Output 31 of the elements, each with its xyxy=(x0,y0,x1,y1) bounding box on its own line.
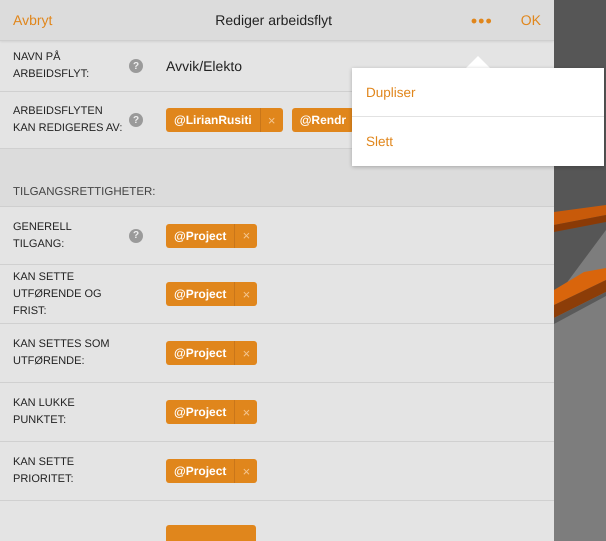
remove-tag-button[interactable]: × xyxy=(260,108,283,132)
name-value[interactable]: Avvik/Elekto xyxy=(166,58,242,74)
field-label: KAN SETTES SOM UTFØRENDE: xyxy=(13,337,111,369)
panel-title: Rediger arbeidsflyt xyxy=(214,12,334,28)
user-tag: @Project × xyxy=(166,224,258,248)
user-tag: @LirianRusiti × xyxy=(166,108,283,132)
more-button[interactable]: ••• xyxy=(470,14,493,28)
section-title: TILGANGSRETTIGHETER: xyxy=(13,186,156,198)
user-tag: @Project × xyxy=(166,282,258,306)
user-tag: @Rendr xyxy=(292,108,354,132)
menu-item[interactable]: Dupliser xyxy=(352,68,604,117)
cancel-link[interactable]: Avbryt xyxy=(13,12,52,28)
help-icon[interactable]: ? xyxy=(129,228,143,242)
field-label: KAN SETTE PRIORITET: xyxy=(13,455,76,487)
field-label: KAN LUKKE PUNKTET: xyxy=(13,396,76,428)
user-tag: @Project × xyxy=(166,341,258,365)
help-icon[interactable]: ? xyxy=(129,59,143,73)
user-tag: @Project × xyxy=(166,400,258,424)
ok-link[interactable]: OK xyxy=(520,12,541,28)
field-label: NAVN PÅ ARBEIDSFLYT: xyxy=(13,49,90,82)
remove-tag-button[interactable]: × xyxy=(234,459,258,483)
remove-tag-button[interactable]: × xyxy=(234,400,258,424)
remove-tag-button[interactable]: × xyxy=(234,224,258,248)
remove-tag-button[interactable]: × xyxy=(234,282,258,306)
field-label: ARBEIDSFLYTEN KAN REDIGERES AV: xyxy=(13,104,124,136)
field-label: GENERELL TILGANG: xyxy=(13,220,72,252)
remove-tag-button[interactable]: × xyxy=(234,341,258,365)
help-icon[interactable]: ? xyxy=(129,113,143,127)
user-tag: @Project × xyxy=(166,459,258,483)
field-label: KAN SETTE UTFØRENDE OG FRIST: xyxy=(13,270,103,318)
menu-item[interactable]: Slett xyxy=(352,117,604,166)
